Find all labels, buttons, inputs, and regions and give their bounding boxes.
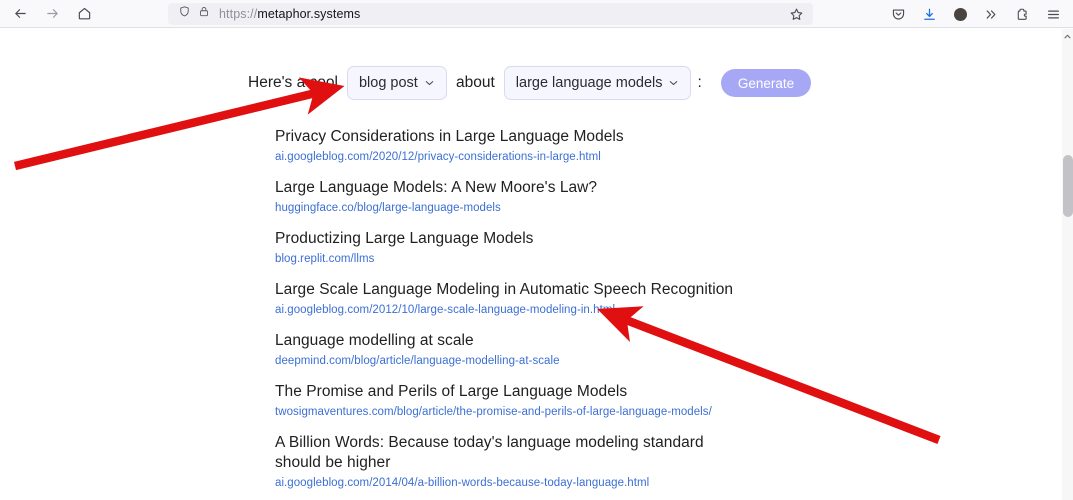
navigation-buttons [0, 2, 98, 26]
download-icon[interactable] [915, 2, 943, 26]
address-bar-security-icons [174, 5, 210, 23]
extension-puzzle-icon[interactable] [1008, 2, 1036, 26]
result-title: Productizing Large Language Models [275, 229, 534, 247]
result-title: Large Language Models: A New Moore's Law… [275, 178, 598, 196]
forward-arrow-icon[interactable] [38, 2, 66, 26]
result-title: Privacy Considerations in Large Language… [275, 128, 624, 145]
back-arrow-icon[interactable] [6, 2, 34, 26]
list-item[interactable]: A Billion Words: Because today's languag… [275, 433, 745, 491]
list-item[interactable]: Productizing Large Language Models blog.… [275, 229, 745, 267]
double-chevron-icon[interactable] [977, 2, 1005, 26]
result-url[interactable]: twosigmaventures.com/blog/article/the-pr… [275, 406, 745, 420]
list-item[interactable]: Privacy Considerations in Large Language… [275, 127, 745, 165]
result-title: Large Scale Language Modeling in Automat… [275, 280, 734, 298]
result-url[interactable]: ai.googleblog.com/2012/10/large-scale-la… [275, 304, 745, 318]
address-bar[interactable]: https://metaphor.systems [168, 3, 813, 25]
account-avatar-icon[interactable] [946, 2, 974, 26]
result-title: Language modelling at scale [275, 331, 474, 349]
chevron-down-icon [423, 77, 436, 90]
avatar [953, 7, 967, 21]
star-icon[interactable] [785, 4, 807, 24]
scrollbar-thumb[interactable] [1063, 155, 1073, 217]
prompt-middle-text: about [455, 74, 495, 91]
browser-toolbar: https://metaphor.systems [0, 0, 1073, 28]
browser-window: https://metaphor.systems Here's a cool b… [0, 0, 1073, 500]
chevron-down-icon [667, 77, 680, 90]
list-item[interactable]: Language modelling at scale deepmind.com… [275, 331, 745, 369]
result-title: The Promise and Perils of Large Language… [275, 382, 628, 400]
scroll-up-arrow-icon[interactable] [1062, 31, 1073, 41]
url-host: metaphor.systems [257, 7, 361, 21]
url-scheme: https:// [219, 7, 258, 21]
topic-dropdown[interactable]: large language models [503, 66, 691, 100]
result-url[interactable]: ai.googleblog.com/2020/12/privacy-consid… [275, 151, 745, 165]
shield-icon[interactable] [178, 5, 191, 23]
list-item[interactable]: Large Language Models: A New Moore's Law… [275, 178, 745, 216]
result-url[interactable]: huggingface.co/blog/large-language-model… [275, 202, 745, 216]
result-url[interactable]: blog.replit.com/llms [275, 253, 745, 267]
list-item[interactable]: Large Scale Language Modeling in Automat… [275, 280, 745, 318]
result-title: A Billion Words: Because today's languag… [275, 433, 704, 471]
home-icon[interactable] [70, 2, 98, 26]
prompt-lead-text: Here's a cool [248, 74, 338, 91]
generate-button[interactable]: Generate [720, 69, 812, 97]
lock-icon[interactable] [198, 5, 210, 23]
results-list: Privacy Considerations in Large Language… [275, 127, 745, 500]
prompt-colon-text: : [697, 74, 702, 91]
result-url[interactable]: deepmind.com/blog/article/language-model… [275, 355, 745, 369]
page-content: Here's a cool blog post about large lang… [0, 29, 1062, 500]
hamburger-menu-icon[interactable] [1039, 2, 1067, 26]
prompt-builder: Here's a cool blog post about large lang… [248, 66, 812, 100]
list-item[interactable]: The Promise and Perils of Large Language… [275, 382, 745, 420]
topic-value: large language models [515, 75, 663, 91]
page-scrollbar[interactable] [1062, 29, 1073, 500]
content-type-dropdown[interactable]: blog post [346, 66, 447, 100]
result-url[interactable]: ai.googleblog.com/2014/04/a-billion-word… [275, 477, 745, 491]
url-text[interactable]: https://metaphor.systems [210, 7, 785, 21]
toolbar-right-icons [884, 2, 1067, 26]
pocket-icon[interactable] [884, 2, 912, 26]
